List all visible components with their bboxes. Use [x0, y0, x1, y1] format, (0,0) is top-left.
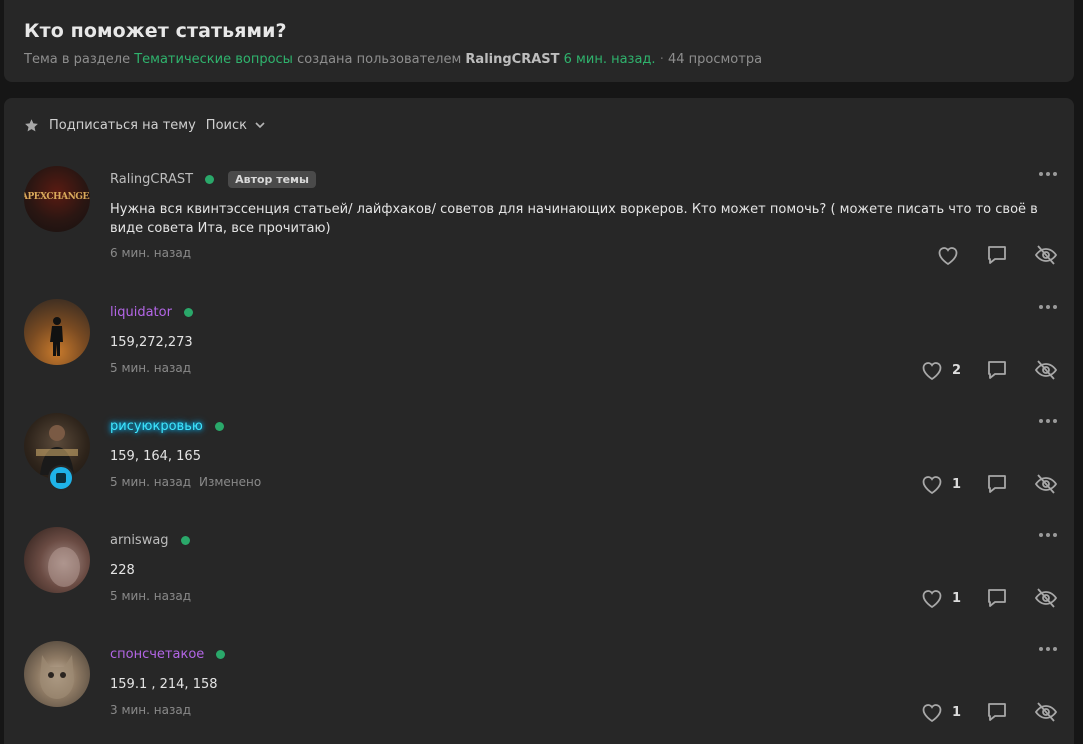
username[interactable]: liquidator [110, 305, 172, 320]
post-userline: спонсчетакое [110, 645, 226, 663]
like-count: 1 [952, 704, 962, 720]
post-actions: 2 [4, 359, 1074, 383]
post-text: 228 [110, 563, 135, 578]
avatar[interactable] [24, 641, 90, 707]
heart-icon [922, 704, 942, 723]
online-indicator [214, 421, 224, 431]
post-text: 159, 164, 165 [110, 449, 201, 464]
like-button[interactable]: 1 [920, 701, 961, 723]
more-icon[interactable] [1038, 303, 1058, 311]
more-icon[interactable] [1038, 417, 1058, 425]
view-count: 44 просмотра [667, 52, 763, 67]
avatar[interactable]: APEXCHANGE.PRO [24, 166, 90, 232]
reply-icon[interactable] [986, 359, 1008, 381]
like-button[interactable]: 1 [920, 587, 961, 609]
like-button[interactable]: 2 [920, 359, 961, 381]
chevron-down-icon [255, 122, 265, 129]
more-icon[interactable] [1038, 170, 1058, 178]
reply-icon[interactable] [986, 473, 1008, 495]
author-link[interactable]: RalingCRAST [465, 52, 559, 67]
post: спонсчетакое 159.1 , 214, 158 3 мин. наз… [4, 641, 1074, 744]
hide-icon[interactable] [1034, 473, 1058, 495]
created-time: 6 мин. назад. [563, 52, 656, 67]
post: arniswag 228 5 мин. назад 1 [4, 527, 1074, 641]
thread-toolbar: Подписаться на тему Поиск [24, 115, 266, 135]
meta-created: создана пользователем [297, 52, 462, 67]
reply-icon[interactable] [986, 244, 1008, 266]
post-userline: liquidator [110, 303, 193, 321]
username[interactable]: arniswag [110, 533, 169, 548]
post-text: Нужна вся квинтэссенция статьей/ лайфхак… [110, 202, 1038, 236]
username[interactable]: RalingCRAST [110, 172, 193, 187]
more-icon[interactable] [1038, 531, 1058, 539]
post-userline: arniswag [110, 531, 190, 549]
heart-icon [922, 476, 942, 495]
like-button[interactable] [936, 244, 960, 266]
post: liquidator 159,272,273 5 мин. назад 2 [4, 299, 1074, 413]
post-actions: 1 [4, 473, 1074, 497]
avatar-logo-text: APEXCHANGE.PRO [24, 192, 90, 202]
like-count: 1 [952, 476, 962, 492]
section-link[interactable]: Тематические вопросы [134, 52, 293, 67]
post: рисуюкровью 159, 164, 165 5 мин. назад Из… [4, 413, 1074, 527]
more-icon[interactable] [1038, 645, 1058, 653]
thread-meta: Тема в разделе Тематические вопросы созд… [24, 52, 762, 67]
online-indicator [205, 174, 215, 184]
search-label: Поиск [205, 117, 247, 133]
heart-icon [938, 247, 958, 266]
online-indicator [216, 649, 226, 659]
author-badge: Автор темы [228, 170, 316, 188]
post-userline: рисуюкровью [110, 417, 224, 435]
post-text: 159,272,273 [110, 335, 193, 350]
thread-panel: Подписаться на тему Поиск APEXCHANGE.PRO… [4, 98, 1074, 744]
avatar-figure [48, 547, 80, 587]
post-actions: 1 [4, 587, 1074, 611]
hide-icon[interactable] [1034, 587, 1058, 609]
star-icon[interactable] [24, 118, 39, 133]
hide-icon[interactable] [1034, 244, 1058, 266]
avatar-figure [50, 317, 63, 356]
search-dropdown[interactable]: Поиск [206, 118, 266, 133]
post-text: 159.1 , 214, 158 [110, 677, 218, 692]
page-title: Кто поможет статьями? [24, 20, 287, 42]
like-count: 2 [952, 362, 962, 378]
post: APEXCHANGE.PRO RalingCRAST Автор темы Ну… [4, 166, 1074, 280]
subscribe-button[interactable]: Подписаться на тему [49, 118, 196, 133]
heart-icon [922, 590, 942, 609]
post-actions: 1 [4, 701, 1074, 725]
thread-header: Кто поможет статьями? Тема в разделе Тем… [4, 0, 1074, 82]
avatar[interactable] [24, 299, 90, 365]
avatar-figure [40, 655, 74, 699]
like-button[interactable]: 1 [920, 473, 961, 495]
username[interactable]: спонсчетакое [110, 647, 204, 662]
reply-icon[interactable] [986, 587, 1008, 609]
online-indicator [180, 535, 190, 545]
hide-icon[interactable] [1034, 701, 1058, 723]
hide-icon[interactable] [1034, 359, 1058, 381]
meta-prefix: Тема в разделе [24, 52, 131, 67]
username[interactable]: рисуюкровью [110, 419, 203, 434]
reply-icon[interactable] [986, 701, 1008, 723]
avatar[interactable] [24, 527, 90, 593]
like-count: 1 [952, 590, 962, 606]
online-indicator [183, 307, 193, 317]
heart-icon [922, 362, 942, 381]
meta-separator: · [659, 52, 664, 67]
post-actions [4, 244, 1074, 268]
post-userline: RalingCRAST Автор темы [110, 170, 316, 188]
